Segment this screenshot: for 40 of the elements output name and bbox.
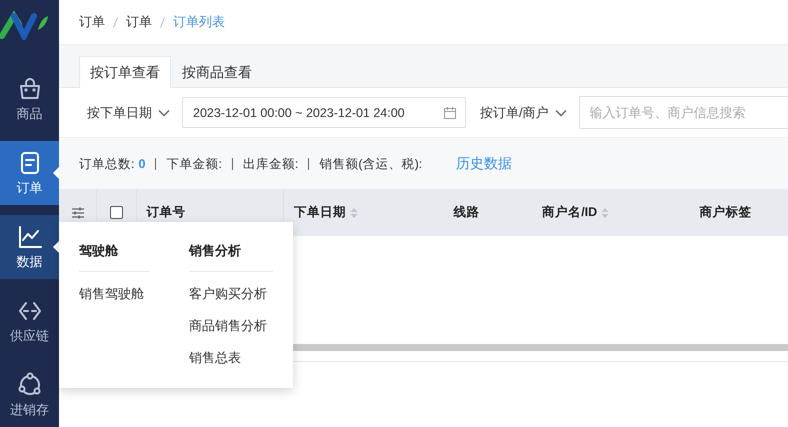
logo-icon [0, 8, 48, 40]
menu-group-title: 驾驶舱 [79, 242, 149, 272]
separator-icon [113, 16, 118, 28]
line-chart-icon [16, 224, 42, 250]
search-mode-select[interactable]: 按订单/商户 [480, 104, 571, 122]
summary-label: 订单总数: [79, 158, 134, 170]
sort-icon[interactable] [350, 206, 358, 218]
menu-item[interactable]: 销售总表 [189, 349, 273, 381]
column-header: 订单号 [146, 204, 186, 221]
breadcrumb-link[interactable]: 订单 [79, 13, 105, 31]
menu-item[interactable]: 客户购买分析 [189, 285, 273, 317]
nav-item[interactable]: 进销存 [0, 363, 59, 427]
summary-value: 0 [138, 158, 146, 170]
nav-item[interactable]: 订单 [0, 141, 59, 205]
menu-group-title: 销售分析 [189, 242, 273, 272]
sort-icon[interactable] [601, 206, 610, 218]
column-settings-icon[interactable] [70, 206, 85, 220]
menu-item[interactable]: 销售驾驶舱 [79, 285, 149, 317]
summary-label: 销售额(含运、税): [319, 158, 422, 170]
column-header: 下单日期 [294, 204, 346, 221]
tab[interactable]: 按订单查看 [79, 56, 171, 88]
horizontal-scrollbar[interactable] [293, 344, 788, 351]
calendar-icon [443, 106, 457, 120]
select-all-checkbox[interactable] [110, 206, 123, 219]
summary-label: 下单金额: [166, 158, 222, 170]
breadcrumb-link[interactable]: 订单 [126, 13, 152, 31]
nav-item[interactable]: 商品 [0, 67, 59, 131]
column-header: 商户名/ID [542, 204, 598, 221]
separator-icon [160, 16, 165, 28]
date-range-field[interactable]: 2023-12-01 00:00 ~ 2023-12-01 24:00 [182, 97, 466, 128]
nav-item[interactable]: 数据 [0, 215, 59, 279]
nav-item[interactable]: 供应链 [0, 289, 59, 353]
cycle-icon [16, 372, 42, 398]
search-field[interactable]: 输入订单号、商户信息搜索 [578, 96, 788, 129]
column-header: 线路 [454, 204, 480, 221]
date-mode-select[interactable]: 按下单日期 [87, 104, 174, 122]
summary-label: 出库金额: [242, 158, 298, 170]
tab[interactable]: 按商品查看 [171, 57, 263, 88]
column-header: 商户标签 [700, 204, 752, 221]
menu-item[interactable]: 商品销售分析 [189, 317, 273, 349]
